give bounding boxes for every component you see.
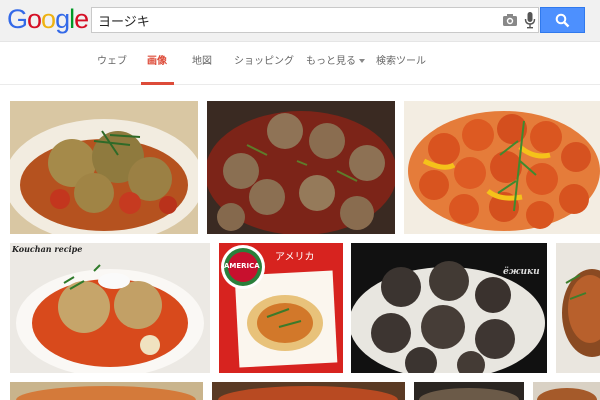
tab-images[interactable]: 画像	[147, 55, 167, 69]
image-result[interactable]: ёжики	[351, 243, 547, 373]
image-result[interactable]	[556, 243, 600, 373]
tab-search-tools[interactable]: 検索ツール	[376, 55, 426, 69]
image-caption: アメリカ	[275, 252, 315, 263]
badge-label: AMERICA	[224, 262, 260, 270]
google-logo[interactable]: Google	[7, 4, 89, 34]
chevron-down-icon	[359, 59, 365, 63]
image-result[interactable]: Kouchan recipe	[10, 243, 210, 373]
food-photo	[351, 243, 547, 373]
search-icon	[555, 13, 570, 28]
food-photo	[10, 101, 198, 234]
image-result[interactable]	[212, 382, 405, 400]
food-photo	[556, 243, 600, 373]
logo-letter: e	[74, 4, 89, 34]
food-photo	[10, 382, 203, 400]
tab-web[interactable]: ウェブ	[97, 55, 127, 69]
tab-more[interactable]: もっと見る	[306, 55, 365, 69]
image-caption: Kouchan recipe	[12, 244, 83, 254]
food-photo	[212, 382, 405, 400]
image-result[interactable]: AMERICA アメリカ	[219, 243, 343, 373]
food-photo	[414, 382, 524, 400]
food-photo	[533, 382, 600, 400]
image-result[interactable]	[207, 101, 395, 234]
image-result[interactable]	[10, 382, 203, 400]
image-caption: ёжики	[503, 267, 540, 277]
camera-icon[interactable]	[502, 13, 518, 27]
image-results-grid: Kouchan recipe AMERICA アメリカ ёжики	[0, 86, 600, 400]
search-button[interactable]	[540, 7, 585, 33]
search-tabs: ウェブ 画像 地図 ショッピング もっと見る 検索ツール	[0, 43, 600, 85]
microphone-icon[interactable]	[524, 11, 536, 29]
tab-maps[interactable]: 地図	[192, 55, 212, 69]
logo-letter: o	[41, 4, 56, 34]
image-result[interactable]	[404, 101, 600, 234]
tab-more-label: もっと見る	[306, 56, 356, 67]
search-box[interactable]	[91, 7, 539, 33]
food-photo	[10, 243, 210, 373]
tab-shopping[interactable]: ショッピング	[234, 55, 294, 69]
logo-letter: G	[7, 4, 28, 34]
image-result[interactable]	[414, 382, 524, 400]
search-input[interactable]	[98, 10, 488, 30]
food-photo	[207, 101, 395, 234]
logo-letter: o	[27, 4, 42, 34]
logo-letter: g	[55, 4, 70, 34]
food-photo	[404, 101, 600, 234]
top-bar: Google	[0, 0, 600, 42]
active-tab-indicator	[141, 82, 174, 85]
image-result[interactable]	[10, 101, 198, 234]
image-result[interactable]	[533, 382, 600, 400]
